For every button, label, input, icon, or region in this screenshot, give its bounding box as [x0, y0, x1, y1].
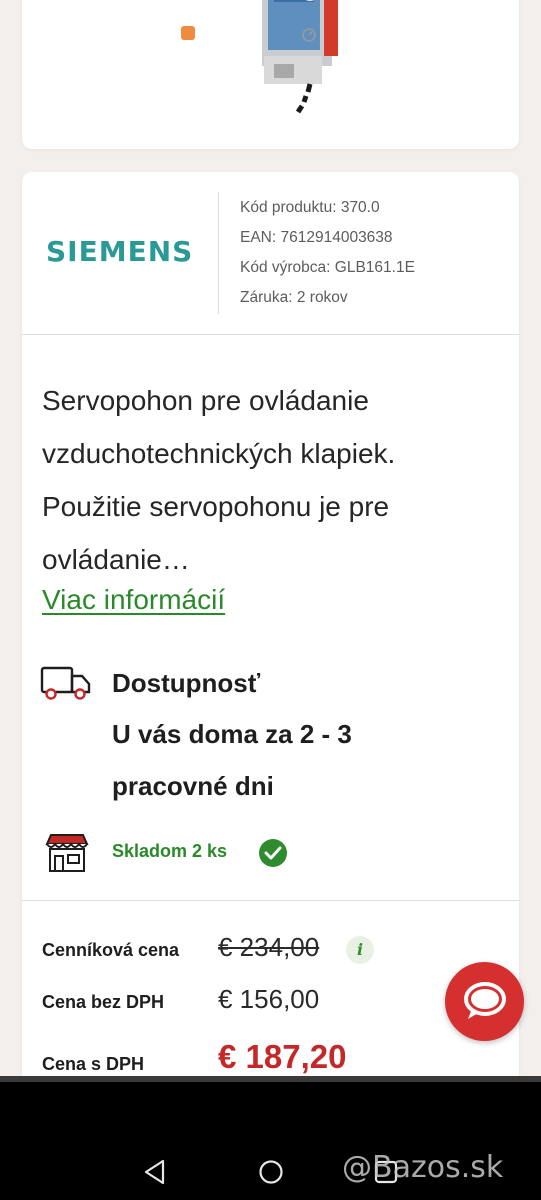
spec-product-code: Kód produktu: 370.0 [240, 199, 380, 216]
info-icon[interactable]: i [346, 936, 374, 964]
brand-logo[interactable]: SIEMENS [46, 234, 194, 270]
gross-price-value: € 187,20 [218, 1038, 347, 1075]
truck-icon [40, 666, 91, 700]
chat-button[interactable] [445, 962, 524, 1041]
list-price-value: € 234,00 [218, 932, 320, 962]
gauge-icon [302, 28, 316, 42]
net-price-label: Cena bez DPH [42, 992, 165, 1012]
spec-warranty: Záruka: 2 rokov [240, 289, 348, 306]
net-price-value: € 156,00 [218, 984, 320, 1014]
product-image-card [22, 0, 519, 149]
gross-price-label: Cena s DPH [42, 1054, 145, 1074]
header-divider [218, 192, 219, 314]
product-header: SIEMENS Kód produktu: 370.0 EAN: 7612914… [22, 172, 519, 334]
store-icon [45, 834, 89, 872]
navbar-edge [0, 1076, 541, 1082]
section-divider [22, 334, 519, 335]
section-divider [22, 900, 519, 901]
product-description: Servopohon pre ovládanie vzduchotechnick… [42, 385, 396, 575]
home-icon[interactable] [258, 1159, 284, 1185]
stock-status: Skladom 2 ks [112, 841, 228, 861]
spec-manufacturer-code: Kód výrobca: GLB161.1E [240, 259, 415, 276]
watermark: @Bazos.sk [342, 1150, 504, 1185]
list-price-label: Cenníková cena [42, 940, 180, 960]
availability-title: Dostupnosť [112, 668, 261, 698]
product-specs: Kód produktu: 370.0 EAN: 7612914003638 K… [240, 196, 415, 316]
spec-ean: EAN: 7612914003638 [240, 229, 393, 246]
availability-delivery: U vás doma za 2 - 3 pracovné dni [112, 719, 352, 801]
more-info-link[interactable]: Viac informácií [42, 584, 225, 616]
back-icon[interactable] [143, 1159, 167, 1185]
product-image[interactable] [240, 0, 350, 115]
chat-icon [464, 982, 506, 1019]
shield-icon [181, 26, 195, 40]
check-icon [259, 839, 287, 867]
product-info-card: SIEMENS Kód produktu: 370.0 EAN: 7612914… [22, 172, 519, 1092]
